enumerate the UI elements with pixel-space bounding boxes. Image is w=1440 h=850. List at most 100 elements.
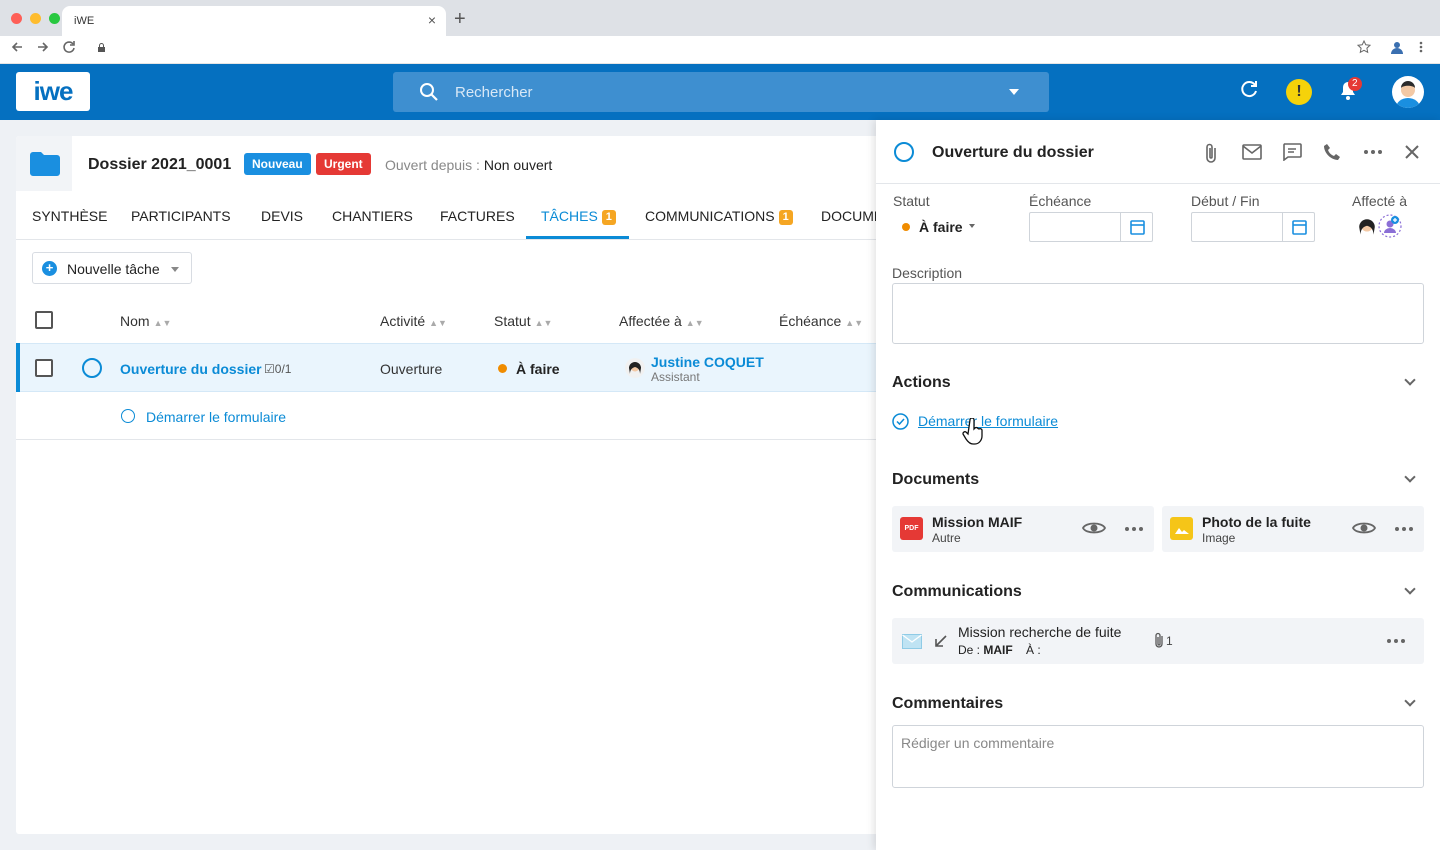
search-input[interactable]: Rechercher [393,72,1049,112]
tab-devis[interactable]: Devis [261,208,303,224]
profile-icon[interactable] [1390,40,1404,54]
tab-participants[interactable]: Participants [131,208,231,224]
user-avatar[interactable] [1392,76,1424,108]
warning-icon[interactable]: ! [1286,79,1312,105]
column-header-statut[interactable]: Statut ▲▼ [494,313,552,329]
search-icon [420,83,438,101]
eye-icon[interactable] [1352,520,1376,536]
select-all-checkbox[interactable] [35,311,53,329]
close-icon[interactable] [1405,145,1419,159]
reload-icon[interactable] [62,40,76,54]
statut-dropdown[interactable]: À faire [919,219,963,235]
tab-taches[interactable]: Tâches 1 [541,208,616,225]
document-title: Mission MAIF [932,514,1023,530]
incoming-arrow-icon [935,635,947,647]
from-value: MAIF [983,643,1013,657]
column-header-nom[interactable]: Nom ▲▼ [120,313,171,329]
communication-card[interactable]: Mission recherche de fuite De : MAIF À :… [892,618,1424,664]
chevron-down-icon[interactable] [969,224,975,228]
forward-arrow-icon[interactable] [36,40,50,54]
search-dropdown-icon[interactable] [1009,89,1019,95]
folder-icon [30,152,60,176]
mail-icon[interactable] [1242,144,1262,160]
tab-chantiers[interactable]: Chantiers [332,208,413,224]
subtask-link[interactable]: Démarrer le formulaire [146,409,286,425]
active-tab-indicator [526,236,629,239]
more-options-icon[interactable] [1387,639,1405,643]
document-card[interactable]: Photo de la fuite Image [1162,506,1424,552]
tab-label: Docume [821,208,884,224]
add-assignee-icon[interactable] [1378,214,1402,238]
statut-label: Statut [893,193,930,209]
dossier-panel: Dossier 2021_0001 Nouveau Urgent Ouvert … [16,136,896,834]
comment-textarea[interactable]: Rédiger un commentaire [892,725,1424,788]
status-badge-urgent: Urgent [316,153,371,175]
sort-icon: ▲▼ [153,318,172,328]
row-checkbox[interactable] [35,359,53,377]
chat-icon[interactable] [1282,143,1302,161]
drawer-title: Ouverture du dossier [932,144,1094,161]
tab-factures[interactable]: Factures [440,208,515,224]
tab-documents[interactable]: Docume [821,208,883,224]
eye-icon[interactable] [1082,520,1106,536]
bookmark-star-icon[interactable] [1357,40,1371,54]
back-arrow-icon[interactable] [10,40,24,54]
subtask-status-circle-icon[interactable] [121,409,135,423]
column-header-affectee[interactable]: Affectée à ▲▼ [619,313,704,329]
more-options-icon[interactable] [1364,150,1382,154]
app-logo[interactable]: iwe [16,72,90,111]
browser-menu-icon[interactable] [1418,40,1424,54]
more-options-icon[interactable] [1395,527,1413,531]
chevron-down-icon[interactable] [1404,695,1416,707]
new-tab-button[interactable]: + [454,8,466,31]
image-icon [1170,517,1193,540]
column-header-echeance[interactable]: Échéance ▲▼ [779,313,863,329]
task-status-circle-icon[interactable] [82,358,102,378]
tab-close-icon[interactable]: × [428,12,436,28]
tab-synthese[interactable]: Synthèse [32,208,107,224]
tab-label: Synthèse [32,208,108,224]
tab-communications[interactable]: Communications 1 [645,208,793,225]
paperclip-icon[interactable] [1204,142,1218,164]
assignee-avatar [625,358,645,378]
new-task-button[interactable]: + Nouvelle tâche [32,252,192,284]
description-textarea[interactable] [892,283,1424,344]
minimize-window-button[interactable] [30,13,41,24]
column-label: Nom [120,313,150,329]
address-bar[interactable] [88,39,1388,61]
debut-fin-date-input[interactable] [1191,212,1315,242]
search-placeholder: Rechercher [455,84,533,101]
mail-icon [902,634,922,649]
chevron-down-icon[interactable] [1404,583,1416,595]
window-controls [11,13,60,24]
tab-label: Tâches [541,208,598,224]
chevron-down-icon[interactable] [1404,374,1416,386]
chevron-down-icon[interactable] [1404,471,1416,483]
chevron-down-icon[interactable] [171,267,179,272]
task-name-link[interactable]: Ouverture du dossier [120,361,262,377]
sort-icon: ▲▼ [534,318,553,328]
phone-icon[interactable] [1323,143,1341,161]
document-card[interactable]: PDF Mission MAIF Autre [892,506,1154,552]
debut-fin-label: Début / Fin [1191,193,1260,209]
calendar-button[interactable] [1120,213,1152,241]
column-header-activite[interactable]: Activité ▲▼ [380,313,447,329]
refresh-icon[interactable] [1240,80,1258,98]
notification-count-badge: 2 [1348,77,1362,91]
check-circle-icon [892,413,909,430]
more-options-icon[interactable] [1125,527,1143,531]
echeance-date-input[interactable] [1029,212,1153,242]
assignee-name-link[interactable]: Justine COQUET [651,354,764,370]
maximize-window-button[interactable] [49,13,60,24]
start-form-link[interactable]: Démarrer le formulaire [918,413,1058,429]
sort-icon: ▲▼ [429,318,447,328]
task-status-circle-icon[interactable] [894,142,914,162]
from-label: De : [958,643,984,657]
close-window-button[interactable] [11,13,22,24]
assignee-avatar[interactable] [1354,214,1380,240]
attachment-count: 1 [1166,634,1173,648]
browser-tab[interactable]: iWE × [62,6,446,36]
app-header: iwe Rechercher [0,64,1440,120]
document-type: Autre [932,531,961,545]
calendar-button[interactable] [1282,213,1314,241]
